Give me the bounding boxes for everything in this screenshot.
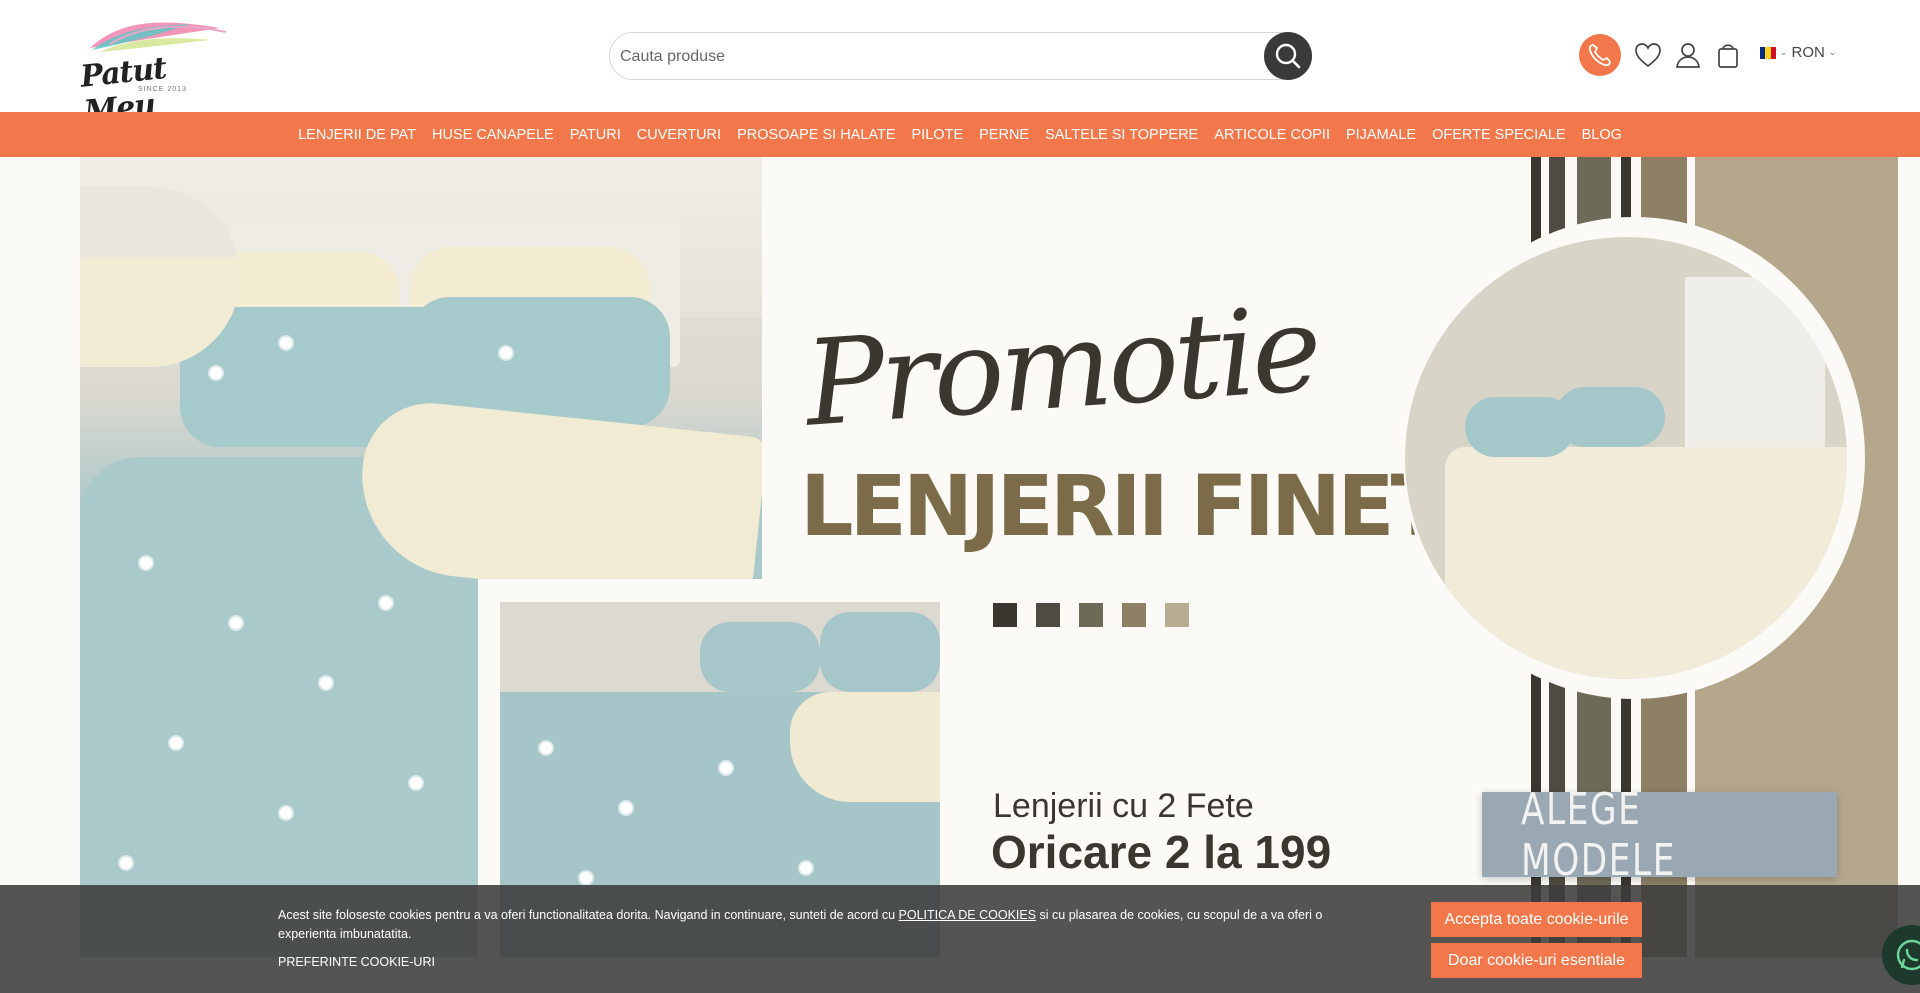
logo-since: SINCE 2013 xyxy=(138,86,187,93)
search-button[interactable] xyxy=(1264,32,1312,80)
cart-button[interactable] xyxy=(1711,38,1745,72)
whatsapp-icon xyxy=(1896,939,1920,971)
choose-models-button[interactable]: ALEGE MODELE xyxy=(1482,784,1837,886)
nav-item-blog[interactable]: BLOG xyxy=(1582,127,1622,143)
color-swatch xyxy=(1036,603,1060,627)
bed-round-photo xyxy=(1405,237,1847,679)
banner-subtitle: Lenjerii cu 2 Fete xyxy=(993,787,1254,825)
main-navigation: LENJERII DE PAT HUSE CANAPELE PATURI CUV… xyxy=(0,112,1920,157)
nav-item-paturi[interactable]: PATURI xyxy=(570,127,621,143)
cta-label: ALEGE MODELE xyxy=(1521,783,1676,886)
nav-item-prosoape-si-halate[interactable]: PROSOAPE SI HALATE xyxy=(737,127,895,143)
essential-cookies-button[interactable]: Doar cookie-uri esentiale xyxy=(1431,943,1642,978)
color-swatch xyxy=(1079,603,1103,627)
cookie-preferences-link[interactable]: PREFERINTE COOKIE-URI xyxy=(278,955,435,969)
site-header: Patut Meu SINCE 2013 Cauta produse ⌄ RON… xyxy=(0,0,1920,130)
search-bar xyxy=(609,32,1312,80)
heart-icon xyxy=(1635,43,1661,68)
nav-item-oferte-speciale[interactable]: OFERTE SPECIALE xyxy=(1432,127,1566,143)
nav-item-cuverturi[interactable]: CUVERTURI xyxy=(637,127,721,143)
nav-item-pilote[interactable]: PILOTE xyxy=(912,127,964,143)
cookie-consent-bar: Acest site foloseste cookies pentru a va… xyxy=(0,885,1920,993)
account-button[interactable] xyxy=(1671,38,1705,72)
accept-all-cookies-button[interactable]: Accepta toate cookie-urile xyxy=(1431,902,1642,937)
nav-item-articole-copii[interactable]: ARTICOLE COPII xyxy=(1214,127,1330,143)
banner-offer: Oricare 2 la 199 xyxy=(991,826,1332,878)
bag-icon xyxy=(1718,44,1738,68)
cookie-policy-link[interactable]: POLITICA DE COOKIES xyxy=(899,908,1037,922)
logo[interactable]: Patut Meu SINCE 2013 xyxy=(79,14,230,130)
color-swatches xyxy=(993,603,1189,627)
color-swatch xyxy=(1122,603,1146,627)
color-swatch xyxy=(993,603,1017,627)
chevron-down-icon: ⌄ xyxy=(1780,47,1788,57)
cookie-message: Acest site foloseste cookies pentru a va… xyxy=(278,908,1323,941)
nav-item-lenjerii-de-pat[interactable]: LENJERII DE PAT xyxy=(298,127,416,143)
user-icon xyxy=(1676,43,1700,68)
romania-flag-icon xyxy=(1760,46,1776,59)
hero-banner[interactable]: Promotie LENJERII FINET Lenjerii cu 2 Fe… xyxy=(0,157,1920,993)
color-swatch xyxy=(1165,603,1189,627)
phone-button[interactable] xyxy=(1579,34,1621,76)
search-input[interactable] xyxy=(620,43,1220,71)
nav-item-saltele-si-toppere[interactable]: SALTELE SI TOPPERE xyxy=(1045,127,1198,143)
nav-item-perne[interactable]: PERNE xyxy=(979,127,1029,143)
banner-script-title: Promotie xyxy=(800,279,1322,453)
currency-label: RON xyxy=(1791,44,1825,61)
search-icon xyxy=(1275,43,1301,69)
language-currency-selector[interactable]: ⌄ RON ⌄ xyxy=(1760,44,1836,61)
chat-button[interactable] xyxy=(1882,925,1920,985)
nav-item-pijamale[interactable]: PIJAMALE xyxy=(1346,127,1416,143)
chevron-down-icon: ⌄ xyxy=(1828,47,1837,57)
banner-title: LENJERII FINET xyxy=(800,457,1448,555)
wishlist-button[interactable] xyxy=(1631,38,1665,72)
banner-slide: Promotie LENJERII FINET Lenjerii cu 2 Fe… xyxy=(80,157,1898,957)
nav-item-huse-canapele[interactable]: HUSE CANAPELE xyxy=(432,127,554,143)
phone-icon xyxy=(1588,44,1611,67)
